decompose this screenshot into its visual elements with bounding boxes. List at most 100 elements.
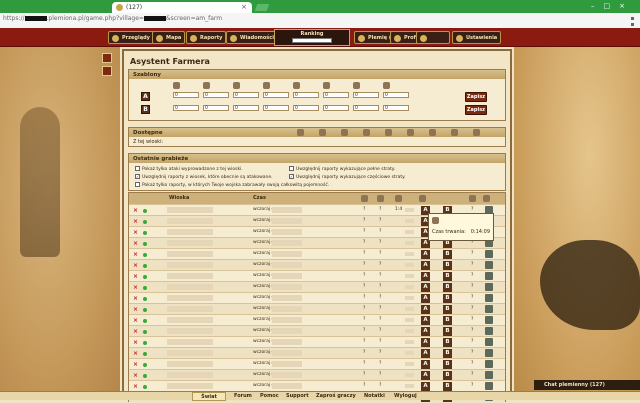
address-bar[interactable]: https://.plemiona.pl/game.php?village= &s… [0, 13, 640, 28]
send-a-button[interactable]: A [421, 382, 430, 391]
send-a-button[interactable]: A [421, 371, 430, 380]
ram-attack-icon[interactable] [485, 283, 493, 291]
footer-zapros[interactable]: Zaproś graczy [316, 393, 356, 399]
delete-icon[interactable]: × [133, 339, 138, 346]
delete-icon[interactable]: × [133, 207, 138, 214]
template-a-marcher[interactable]: 0 [353, 92, 379, 98]
ram-attack-icon[interactable] [485, 360, 493, 368]
template-b-marcher[interactable]: 0 [353, 105, 379, 111]
nav-przeglady[interactable]: Przeglądy [108, 31, 154, 44]
village-link[interactable] [167, 284, 213, 290]
template-a-archer[interactable]: 0 [263, 92, 289, 98]
delete-icon[interactable]: × [133, 229, 138, 236]
nav-account[interactable] [416, 31, 450, 44]
delete-icon[interactable]: × [133, 273, 138, 280]
template-a-heavy[interactable]: 0 [383, 92, 409, 98]
nav-wiadomosci[interactable]: Wiadomości [226, 31, 278, 44]
footer-notatki[interactable]: Notatki [364, 393, 385, 399]
delete-icon[interactable]: × [133, 306, 138, 313]
send-b-button[interactable]: B [443, 349, 452, 358]
delete-icon[interactable]: × [133, 295, 138, 302]
window-controls[interactable]: –□× [591, 2, 634, 10]
ranking-box[interactable]: Ranking [274, 29, 350, 46]
save-template-b-button[interactable]: Zapisz [465, 105, 487, 115]
village-link[interactable] [167, 240, 213, 246]
nav-raporty[interactable]: Raporty [186, 31, 227, 44]
village-link[interactable] [167, 361, 213, 367]
send-b-button[interactable]: B [443, 283, 452, 292]
village-link[interactable] [167, 262, 213, 268]
ram-attack-icon[interactable] [485, 250, 493, 258]
delete-icon[interactable]: × [133, 262, 138, 269]
village-link[interactable] [167, 207, 213, 213]
browser-tab[interactable]: (127) × [112, 2, 252, 13]
col-czas[interactable]: Czas [253, 195, 266, 201]
close-tab-icon[interactable]: × [241, 3, 247, 11]
ram-attack-icon[interactable] [485, 316, 493, 324]
delete-icon[interactable]: × [133, 317, 138, 324]
village-link[interactable] [167, 383, 213, 389]
send-a-button[interactable]: A [421, 316, 430, 325]
send-b-button[interactable]: B [443, 272, 452, 281]
option-1[interactable]: ✓ Uwzględnij raporty z wiosek, które obec… [135, 174, 273, 180]
side-quest-icon[interactable] [102, 53, 112, 63]
template-b-archer[interactable]: 0 [263, 105, 289, 111]
delete-icon[interactable]: × [133, 284, 138, 291]
delete-icon[interactable]: × [133, 372, 138, 379]
village-link[interactable] [167, 317, 213, 323]
ram-attack-icon[interactable] [485, 261, 493, 269]
template-b-spear[interactable]: 0 [173, 105, 199, 111]
tribe-chat[interactable]: Chat plemienny (127) [534, 380, 640, 390]
template-a-spear[interactable]: 0 [173, 92, 199, 98]
delete-icon[interactable]: × [133, 240, 138, 247]
village-link[interactable] [167, 295, 213, 301]
footer-pomoc[interactable]: Pomoc [260, 393, 279, 399]
template-a-axe[interactable]: 0 [233, 92, 259, 98]
footer-forum[interactable]: Forum [234, 393, 252, 399]
new-tab-button[interactable] [254, 4, 270, 11]
village-link[interactable] [167, 229, 213, 235]
send-b-button[interactable]: B [443, 261, 452, 270]
nav-mapa[interactable]: Mapa [152, 31, 186, 44]
option-4[interactable]: ✓ Uwzględnij raporty wykazujące częściowe… [289, 174, 406, 180]
ram-attack-icon[interactable] [485, 327, 493, 335]
template-b-axe[interactable]: 0 [233, 105, 259, 111]
template-a-sword[interactable]: 0 [203, 92, 229, 98]
send-b-button[interactable]: B [443, 327, 452, 336]
send-b-button[interactable]: B [443, 338, 452, 347]
template-a-light[interactable]: 0 [323, 92, 349, 98]
ram-attack-icon[interactable] [485, 382, 493, 390]
send-a-button[interactable]: A [421, 250, 430, 259]
ram-attack-icon[interactable] [485, 294, 493, 302]
send-a-button[interactable]: A [421, 272, 430, 281]
col-wioska[interactable]: Wioska [169, 195, 189, 201]
template-a-scout[interactable]: 0 [293, 92, 319, 98]
url-text[interactable]: https://.plemiona.pl/game.php?village= &s… [3, 15, 222, 22]
checkbox-4[interactable]: ✓ [289, 174, 294, 179]
browser-menu-icon[interactable] [631, 17, 634, 26]
village-link[interactable] [167, 273, 213, 279]
send-a-button[interactable]: A [421, 294, 430, 303]
footer-wyloguj[interactable]: Wyloguj [394, 393, 417, 399]
send-a-button[interactable]: A [421, 327, 430, 336]
village-link[interactable] [167, 350, 213, 356]
ram-attack-icon[interactable] [485, 349, 493, 357]
ram-attack-icon[interactable] [485, 305, 493, 313]
send-b-button[interactable]: B [443, 382, 452, 391]
nav-ustawienia[interactable]: Ustawienia [452, 31, 502, 44]
village-link[interactable] [167, 251, 213, 257]
option-3[interactable]: Uwzględnij raporty wykazujące pełne stra… [289, 166, 395, 172]
send-b-button[interactable]: B [443, 250, 452, 259]
send-b-button[interactable]: B [443, 305, 452, 314]
option-0[interactable]: Pokaż tylko ataki wyprowadzone z tej wio… [135, 166, 243, 172]
send-a-button[interactable]: A [421, 360, 430, 369]
village-link[interactable] [167, 218, 213, 224]
delete-icon[interactable]: × [133, 328, 138, 335]
delete-icon[interactable]: × [133, 361, 138, 368]
send-a-button[interactable]: A [421, 261, 430, 270]
option-2[interactable]: Pokaż tylko raporty, w których Twoje woj… [135, 182, 329, 188]
save-template-a-button[interactable]: Zapisz [465, 92, 487, 102]
send-a-button[interactable]: A [421, 349, 430, 358]
village-link[interactable] [167, 372, 213, 378]
send-b-button[interactable]: B [443, 294, 452, 303]
